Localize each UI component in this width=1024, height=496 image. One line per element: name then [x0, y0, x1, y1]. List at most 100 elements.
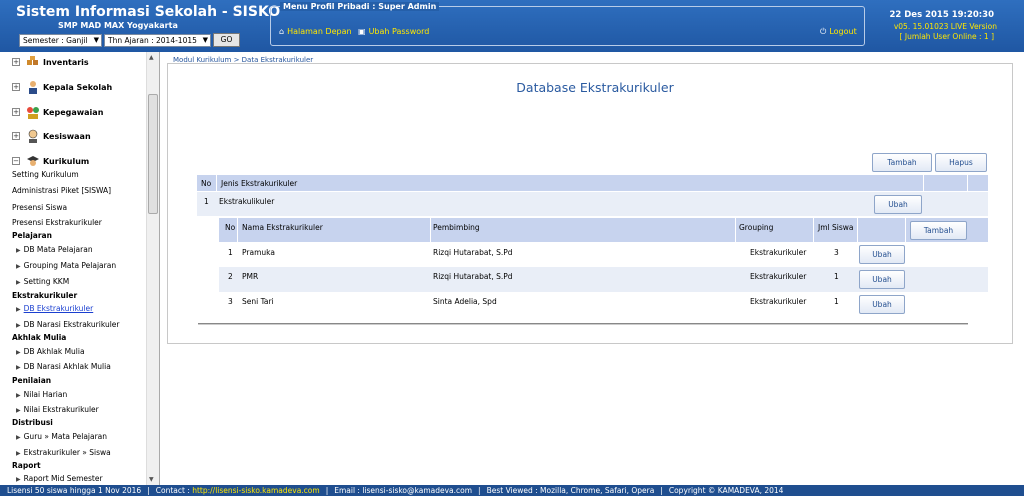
column-divider: [735, 218, 736, 242]
row-jenis: Ekstrakulikuler: [219, 197, 275, 206]
scroll-down-icon[interactable]: ▼: [149, 476, 154, 483]
caret-right-icon: ▶: [16, 279, 21, 286]
school-name: SMP MAD MAX Yogyakarta: [58, 21, 178, 30]
app-title: Sistem Informasi Sekolah - SISKO: [16, 4, 281, 20]
sidebar-group-akhlak-mulia: Akhlak Mulia: [12, 333, 67, 342]
column-header-pembimbing: Pembimbing: [433, 223, 480, 232]
footer-contact-label: Contact :: [155, 486, 193, 495]
sidebar-link-administrasi-piket[interactable]: Administrasi Piket [SISWA]: [12, 186, 111, 195]
row-jml-siswa: 1: [834, 272, 839, 281]
row-pembimbing: Rizqi Hutarabat, S.Pd: [433, 248, 513, 257]
footer-browsers: Best Viewed : Mozilla, Chrome, Safari, O…: [486, 486, 655, 495]
row-jml-siswa: 3: [834, 248, 839, 257]
profile-menu-box: [270, 6, 865, 46]
sidebar-item-setting-kkm[interactable]: ▶ Setting KKM: [16, 277, 69, 286]
row-no: 1: [204, 197, 209, 206]
column-header-jenis: Jenis Ekstrakurikuler: [221, 179, 298, 188]
home-link[interactable]: ⌂ Halaman Depan: [279, 27, 352, 36]
sidebar-item-db-ekstrakurikuler[interactable]: ▶ DB Ekstrakurikuler: [16, 304, 93, 313]
sidebar-node-kepegawaian[interactable]: + Kepegawaian: [12, 102, 103, 122]
logout-link[interactable]: ⏻ Logout: [820, 27, 857, 37]
caret-right-icon: ▶: [16, 306, 21, 313]
caret-right-icon: ▶: [16, 407, 21, 414]
online-users: [ Jumlah User Online : 1 ]: [899, 32, 994, 41]
sidebar-scrollbar[interactable]: ▲ ▼: [146, 52, 159, 485]
footer-separator: |: [478, 486, 481, 495]
footer-separator: |: [147, 486, 150, 495]
caret-right-icon: ▶: [16, 434, 21, 441]
footer-separator: |: [325, 486, 329, 495]
row-grouping: Ekstrakurikuler: [750, 272, 807, 281]
ubah-button[interactable]: Ubah: [859, 245, 905, 264]
sidebar-item-db-narasi-akhlak-mulia[interactable]: ▶ DB Narasi Akhlak Mulia: [16, 362, 111, 371]
student-icon: [26, 129, 40, 143]
row-jml-siswa: 1: [834, 297, 839, 306]
year-select-value: Thn Ajaran : 2014-1015: [108, 36, 197, 45]
ubah-jenis-button[interactable]: Ubah: [874, 195, 922, 214]
row-grouping: Ekstrakurikuler: [750, 248, 807, 257]
sidebar-item-raport-mid-semester[interactable]: ▶ Raport Mid Semester: [16, 474, 103, 483]
expand-icon[interactable]: +: [12, 108, 20, 116]
expand-icon[interactable]: +: [12, 132, 20, 140]
sidebar-node-kesiswaan[interactable]: + Kesiswaan: [12, 126, 91, 146]
semester-select[interactable]: Semester : Ganjil ▼: [19, 34, 102, 47]
footer-contact-link[interactable]: http://lisensi-sisko.kamadeva.com: [192, 486, 319, 495]
tambah-jenis-button[interactable]: Tambah: [872, 153, 932, 172]
sidebar-group-penilaian: Penilaian: [12, 376, 52, 385]
go-button[interactable]: GO: [213, 33, 240, 47]
footer-license: Lisensi 50 siswa hingga 1 Nov 2016: [7, 486, 142, 495]
caret-right-icon: ▶: [16, 476, 21, 483]
sidebar-link-presensi-ekstrakurikuler[interactable]: Presensi Ekstrakurikuler: [12, 218, 102, 227]
tambah-ekstrakurikuler-button[interactable]: Tambah: [910, 221, 967, 240]
sidebar-node-kepala-sekolah[interactable]: + Kepala Sekolah: [12, 77, 112, 97]
sidebar-group-distribusi: Distribusi: [12, 418, 53, 427]
footer-separator: |: [660, 486, 663, 495]
lock-icon: ▣: [358, 27, 366, 36]
breadcrumb[interactable]: Modul Kurikulum > Data Ekstrakurikuler: [173, 56, 313, 64]
row-no: 2: [228, 272, 233, 281]
caret-right-icon: ▶: [16, 322, 21, 329]
table-divider: [198, 323, 968, 325]
scroll-up-icon[interactable]: ▲: [149, 54, 154, 61]
ubah-button[interactable]: Ubah: [859, 270, 905, 289]
column-divider: [430, 218, 431, 242]
sidebar-node-kurikulum[interactable]: − Kurikulum: [12, 151, 89, 171]
sidebar-node-inventaris[interactable]: + Inventaris: [12, 52, 89, 72]
caret-right-icon: ▶: [16, 392, 21, 399]
change-password-link[interactable]: ▣ Ubah Password: [358, 27, 429, 36]
row-no: 3: [228, 297, 233, 306]
sidebar-item-db-mata-pelajaran[interactable]: ▶ DB Mata Pelajaran: [16, 245, 93, 254]
column-header-nama: Nama Ekstrakurikuler: [242, 223, 323, 232]
sidebar-item-nilai-harian[interactable]: ▶ Nilai Harian: [16, 390, 67, 399]
app-header: Sistem Informasi Sekolah - SISKO SMP MAD…: [0, 0, 1024, 52]
sidebar-item-guru-mata-pelajaran[interactable]: ▶ Guru » Mata Pelajaran: [16, 432, 107, 441]
column-header-jml-siswa: Jml Siswa: [818, 223, 854, 232]
caret-right-icon: ▶: [16, 364, 21, 371]
page-title: Database Ekstrakurikuler: [516, 80, 674, 95]
row-nama: PMR: [242, 272, 259, 281]
year-select[interactable]: Thn Ajaran : 2014-1015 ▼: [104, 34, 211, 47]
column-divider: [967, 175, 968, 191]
ubah-button[interactable]: Ubah: [859, 295, 905, 314]
expand-icon[interactable]: +: [12, 83, 20, 91]
expand-icon[interactable]: +: [12, 58, 20, 66]
sidebar-item-db-narasi-ekstrakurikuler[interactable]: ▶ DB Narasi Ekstrakurikuler: [16, 320, 119, 329]
sidebar-item-ekstrakurikuler-siswa[interactable]: ▶ Ekstrakurikuler » Siswa: [16, 448, 111, 457]
table-row: [197, 192, 988, 216]
sidebar-item-grouping-mata-pelajaran[interactable]: ▶ Grouping Mata Pelajaran: [16, 261, 116, 270]
graduation-icon: [26, 154, 40, 168]
sidebar-link-setting-kurikulum[interactable]: Setting Kurikulum: [12, 170, 79, 179]
caret-right-icon: ▶: [16, 263, 21, 270]
sidebar-link-presensi-siswa[interactable]: Presensi Siswa: [12, 203, 67, 212]
sidebar: + Inventaris + Kepala Sekolah + Kepegawa…: [0, 52, 160, 485]
sidebar-item-db-akhlak-mulia[interactable]: ▶ DB Akhlak Mulia: [16, 347, 85, 356]
hapus-button[interactable]: Hapus: [935, 153, 987, 172]
footer-email: Email : lisensi-sisko@kamadeva.com: [334, 486, 473, 495]
collapse-icon[interactable]: −: [12, 157, 20, 165]
row-pembimbing: Rizqi Hutarabat, S.Pd: [433, 272, 513, 281]
scroll-thumb[interactable]: [148, 94, 158, 214]
chevron-down-icon: ▼: [93, 36, 99, 44]
sidebar-item-nilai-ekstrakurikuler[interactable]: ▶ Nilai Ekstrakurikuler: [16, 405, 99, 414]
footer-copyright: Copyright © KAMADEVA, 2014: [668, 486, 784, 495]
caret-right-icon: ▶: [16, 450, 21, 457]
